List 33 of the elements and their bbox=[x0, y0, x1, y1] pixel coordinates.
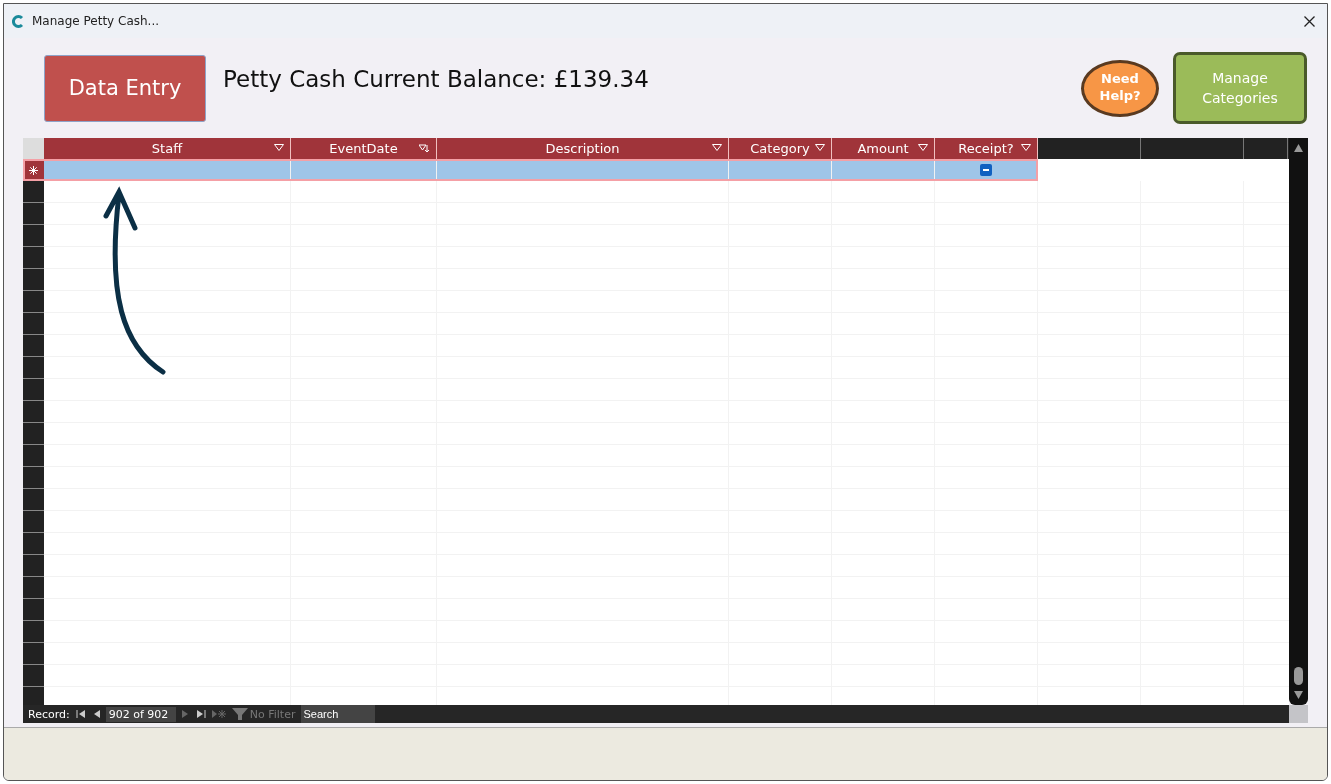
dropdown-icon[interactable] bbox=[712, 144, 722, 151]
minus-icon bbox=[983, 169, 989, 171]
new-record-button[interactable] bbox=[211, 710, 226, 718]
no-filter-button[interactable]: No Filter bbox=[231, 707, 296, 721]
column-header[interactable]: EventDate bbox=[291, 138, 437, 159]
last-record-button[interactable] bbox=[196, 710, 206, 718]
asterisk-icon bbox=[29, 165, 38, 175]
column-header[interactable]: Description bbox=[437, 138, 729, 159]
column-header[interactable]: Category bbox=[729, 138, 832, 159]
close-icon bbox=[1304, 15, 1315, 27]
record-position-field[interactable]: 902 of 902 bbox=[105, 706, 176, 722]
dropdown-icon[interactable] bbox=[274, 144, 284, 151]
first-record-button[interactable] bbox=[75, 710, 85, 718]
data-entry-button[interactable]: Data Entry bbox=[44, 54, 206, 122]
search-field[interactable]: Search bbox=[301, 705, 376, 723]
record-label: Record: bbox=[28, 707, 70, 721]
receipt-checkbox[interactable] bbox=[980, 164, 992, 176]
vertical-scrollbar[interactable] bbox=[1289, 138, 1308, 705]
balance-label: Petty Cash Current Balance: £139.34 bbox=[223, 66, 650, 92]
column-header[interactable]: Amount bbox=[832, 138, 935, 159]
scroll-up-arrow-icon[interactable] bbox=[1294, 144, 1303, 152]
dropdown-icon[interactable] bbox=[918, 144, 928, 151]
window-title: Manage Petty Cash... bbox=[32, 14, 161, 28]
filter-sort-icon[interactable] bbox=[419, 144, 430, 153]
scroll-down-arrow-icon[interactable] bbox=[1294, 691, 1303, 699]
funnel-icon bbox=[231, 708, 248, 720]
app-logo-icon bbox=[12, 14, 24, 28]
dropdown-icon[interactable] bbox=[815, 144, 825, 151]
scrollbar-corner bbox=[1289, 705, 1308, 723]
column-header[interactable]: Staff bbox=[44, 138, 291, 159]
scrollbar-thumb[interactable] bbox=[1294, 667, 1303, 685]
dropdown-icon[interactable] bbox=[1021, 144, 1031, 151]
column-header[interactable]: Receipt? bbox=[935, 138, 1038, 159]
